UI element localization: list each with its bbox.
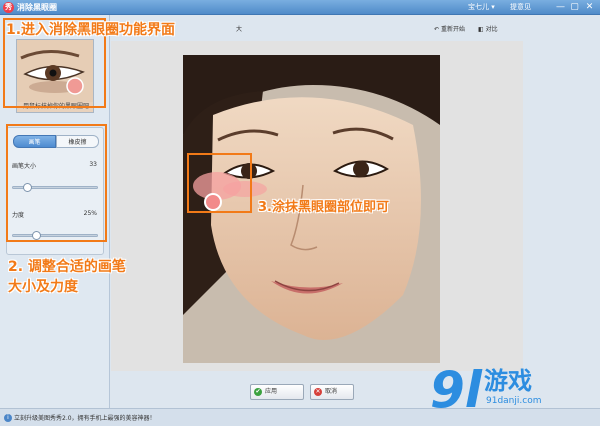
- step2-annotation-line2: 大小及力度: [8, 279, 78, 295]
- feedback-link[interactable]: 提意见: [510, 2, 531, 13]
- toolbar-title-tail: 大: [236, 26, 243, 33]
- step3-annotation: 3.涂抹黑眼圈部位即可: [258, 200, 389, 215]
- watermark-number: 9l: [430, 361, 482, 419]
- watermark-domain: 91danji.com: [486, 396, 542, 406]
- user-menu[interactable]: 宝七儿 ▾: [468, 2, 495, 13]
- speaker-icon: i: [4, 414, 12, 422]
- apply-button[interactable]: ✔ 应用: [250, 384, 304, 400]
- window-title: 消除黑眼圈: [17, 3, 57, 12]
- title-bar: 秀 消除黑眼圈 宝七儿 ▾ 提意见 — ▢ ✕: [0, 0, 600, 15]
- compare-icon: ◧: [478, 26, 484, 33]
- apply-label: 应用: [265, 388, 278, 395]
- step2-highlight: [6, 124, 107, 242]
- compare-button[interactable]: ◧ 对比: [478, 25, 498, 35]
- step2-annotation-line1: 2. 调整合适的画笔: [8, 259, 126, 275]
- step1-annotation: 1.进入消除黑眼圈功能界面: [6, 22, 176, 38]
- reset-label: 重新开始: [440, 26, 465, 33]
- undo-icon: ↶: [434, 26, 440, 33]
- check-icon: ✔: [254, 388, 262, 396]
- maximize-button[interactable]: ▢: [568, 1, 581, 13]
- brush-cursor-icon: [204, 193, 222, 211]
- cancel-button[interactable]: ✕ 取消: [310, 384, 354, 400]
- reset-button[interactable]: ↶ 重新开始: [434, 25, 465, 35]
- compare-label: 对比: [485, 26, 498, 33]
- watermark-text: 游戏: [484, 367, 532, 395]
- status-bar: i 立刻升级美图秀秀2.0，拥有手机上最强的美容神器！: [0, 408, 600, 426]
- app-logo-icon: 秀: [3, 2, 14, 13]
- cancel-icon: ✕: [314, 388, 322, 396]
- close-button[interactable]: ✕: [583, 1, 596, 13]
- cancel-label: 取消: [325, 388, 338, 395]
- minimize-button[interactable]: —: [554, 1, 567, 13]
- status-text[interactable]: 立刻升级美图秀秀2.0，拥有手机上最强的美容神器！: [14, 413, 156, 422]
